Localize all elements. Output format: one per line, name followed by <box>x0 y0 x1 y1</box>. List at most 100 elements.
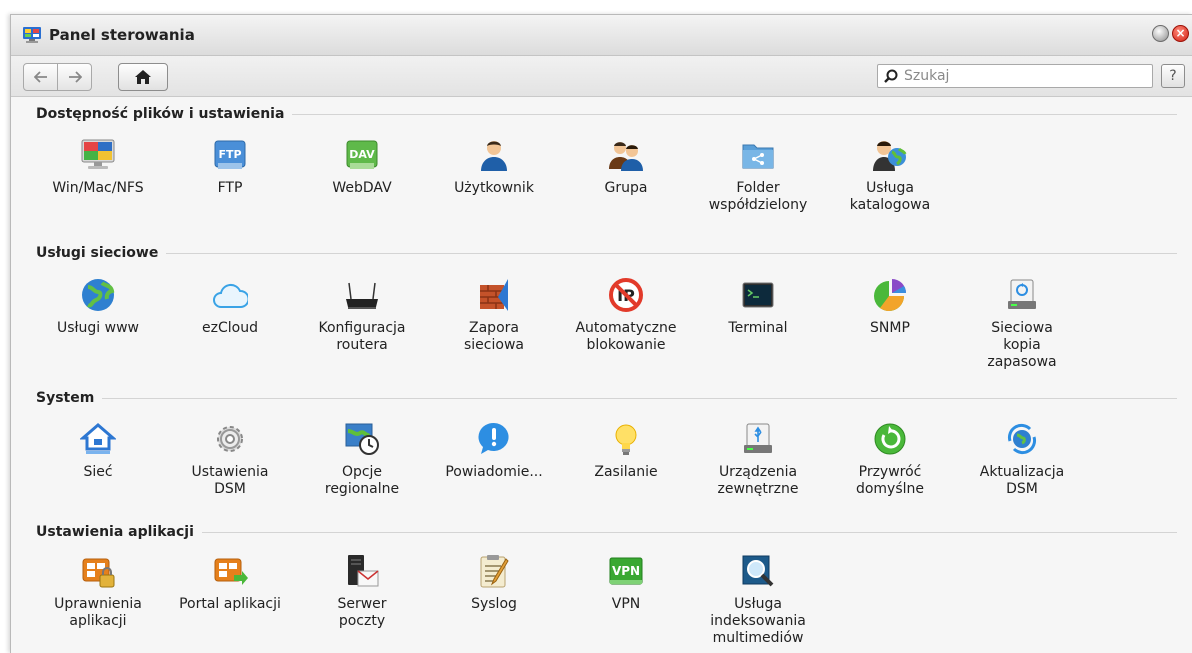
globe-icon <box>82 279 115 311</box>
help-button[interactable]: ? <box>1161 64 1185 88</box>
close-button[interactable]: × <box>1172 25 1189 42</box>
monitor-icon <box>81 139 115 169</box>
item-label: Usługa indeksowania multimediów <box>710 596 806 646</box>
item-dsm-update[interactable]: Aktualizacja DSM <box>957 421 1087 498</box>
item-regional-options[interactable]: Opcje regionalne <box>297 421 427 498</box>
item-label: Sieć <box>83 464 113 480</box>
item-auto-block[interactable]: IP Automatyczne blokowanie <box>561 277 691 354</box>
network-house-icon <box>80 423 116 454</box>
search-icon <box>884 69 898 83</box>
ftp-icon-text: FTP <box>218 148 241 161</box>
item-mail-server[interactable]: Serwer poczty <box>297 553 427 630</box>
mail-server-icon <box>348 555 379 587</box>
notification-bubble-icon <box>478 422 509 454</box>
item-label: Usługi www <box>57 320 139 336</box>
item-label: Konfiguracja routera <box>318 320 406 353</box>
item-label: Terminal <box>728 320 788 336</box>
item-label: Przywróć domyślne <box>855 464 925 497</box>
webdav-icon: DAV <box>346 140 378 169</box>
item-media-indexing[interactable]: Usługa indeksowania multimediów <box>693 553 823 647</box>
item-vpn[interactable]: VPN VPN <box>561 553 691 613</box>
block-icon: IP <box>609 278 643 312</box>
section-divider <box>102 398 1177 399</box>
item-power[interactable]: Zasilanie <box>561 421 691 481</box>
backup-icon <box>1008 279 1036 309</box>
item-label: Serwer poczty <box>337 596 387 629</box>
item-label: Aktualizacja DSM <box>979 464 1065 497</box>
item-notifications[interactable]: Powiadomie... <box>429 421 559 481</box>
section-header: Dostępność plików i ustawienia <box>36 104 1177 124</box>
forward-button[interactable] <box>57 64 91 90</box>
item-terminal[interactable]: Terminal <box>693 277 823 337</box>
item-group[interactable]: Grupa <box>561 137 691 197</box>
item-network[interactable]: Sieć <box>33 421 163 481</box>
arrow-left-icon <box>33 71 47 83</box>
item-label: Syslog <box>471 596 517 612</box>
item-label: Automatyczne blokowanie <box>575 320 677 353</box>
item-ezcloud[interactable]: ezCloud <box>165 277 295 337</box>
firewall-icon <box>480 279 508 311</box>
item-win-mac-nfs[interactable]: Win/Mac/NFS <box>33 137 163 197</box>
vpn-icon-text: VPN <box>612 564 640 578</box>
item-label: Urządzenia zewnętrzne <box>717 464 799 497</box>
dav-icon-text: DAV <box>349 148 375 161</box>
item-user[interactable]: Użytkownik <box>429 137 559 197</box>
item-router-config[interactable]: Konfiguracja routera <box>297 277 427 354</box>
item-webdav[interactable]: DAV WebDAV <box>297 137 427 197</box>
item-web-services[interactable]: Usługi www <box>33 277 163 337</box>
item-label: Usługa katalogowa <box>849 180 931 213</box>
home-button[interactable] <box>118 63 168 91</box>
item-label: Użytkownik <box>454 180 534 196</box>
item-directory-service[interactable]: Usługa katalogowa <box>825 137 955 214</box>
section-title: Ustawienia aplikacji <box>36 524 194 540</box>
restore-icon <box>874 423 906 455</box>
window-title: Panel sterowania <box>49 26 195 44</box>
item-label: Zapora sieciowa <box>464 320 524 353</box>
terminal-icon <box>742 282 774 308</box>
item-app-portal[interactable]: Portal aplikacji <box>165 553 295 613</box>
regional-clock-icon <box>345 423 379 455</box>
vpn-icon: VPN <box>609 557 643 585</box>
item-label: Ustawienia DSM <box>191 464 269 497</box>
item-firewall[interactable]: Zapora sieciowa <box>429 277 559 354</box>
pie-chart-icon <box>874 279 906 311</box>
item-network-backup[interactable]: Sieciowa kopia zapasowa <box>957 277 1087 371</box>
group-icon <box>609 142 643 171</box>
media-indexing-icon <box>742 555 774 587</box>
item-label: FTP <box>217 180 243 196</box>
search-box[interactable] <box>877 64 1153 88</box>
item-label: Zasilanie <box>594 464 658 480</box>
item-dsm-settings[interactable]: Ustawienia DSM <box>165 421 295 498</box>
item-label: WebDAV <box>332 180 392 196</box>
title-bar[interactable]: Panel sterowania × <box>11 15 1192 56</box>
usb-drive-icon <box>744 423 772 453</box>
minimize-button[interactable] <box>1152 25 1169 42</box>
router-icon <box>346 282 378 309</box>
item-syslog[interactable]: Syslog <box>429 553 559 613</box>
item-external-devices[interactable]: Urządzenia zewnętrzne <box>693 421 823 498</box>
section-title: System <box>36 390 95 406</box>
item-ftp[interactable]: FTP FTP <box>165 137 295 197</box>
lightbulb-icon <box>615 424 637 455</box>
item-shared-folder[interactable]: Folder współdzielony <box>693 137 823 214</box>
section-header: System <box>36 388 1177 408</box>
item-restore-defaults[interactable]: Przywróć domyślne <box>825 421 955 498</box>
back-button[interactable] <box>24 64 57 90</box>
item-app-privileges[interactable]: Uprawnienia aplikacji <box>33 553 163 630</box>
section-divider <box>201 532 1177 533</box>
item-label: Uprawnienia aplikacji <box>54 596 142 629</box>
search-input[interactable] <box>902 67 1146 85</box>
arrow-right-icon <box>68 71 82 83</box>
control-panel-content: Dostępność plików i ustawienia Win/Mac/N… <box>11 97 1192 653</box>
item-label: Powiadomie... <box>445 464 543 480</box>
home-icon <box>135 70 151 84</box>
control-panel-window: Panel sterowania × ? Dostępność plików i… <box>10 14 1192 653</box>
user-icon <box>481 141 507 171</box>
toolbar: ? <box>11 56 1192 97</box>
syslog-clipboard-icon <box>480 555 509 588</box>
item-snmp[interactable]: SNMP <box>825 277 955 337</box>
item-label: Portal aplikacji <box>179 596 281 612</box>
section-title: Dostępność plików i ustawienia <box>36 106 285 122</box>
section-divider <box>166 253 1177 254</box>
section-title: Usługi sieciowe <box>36 245 159 261</box>
